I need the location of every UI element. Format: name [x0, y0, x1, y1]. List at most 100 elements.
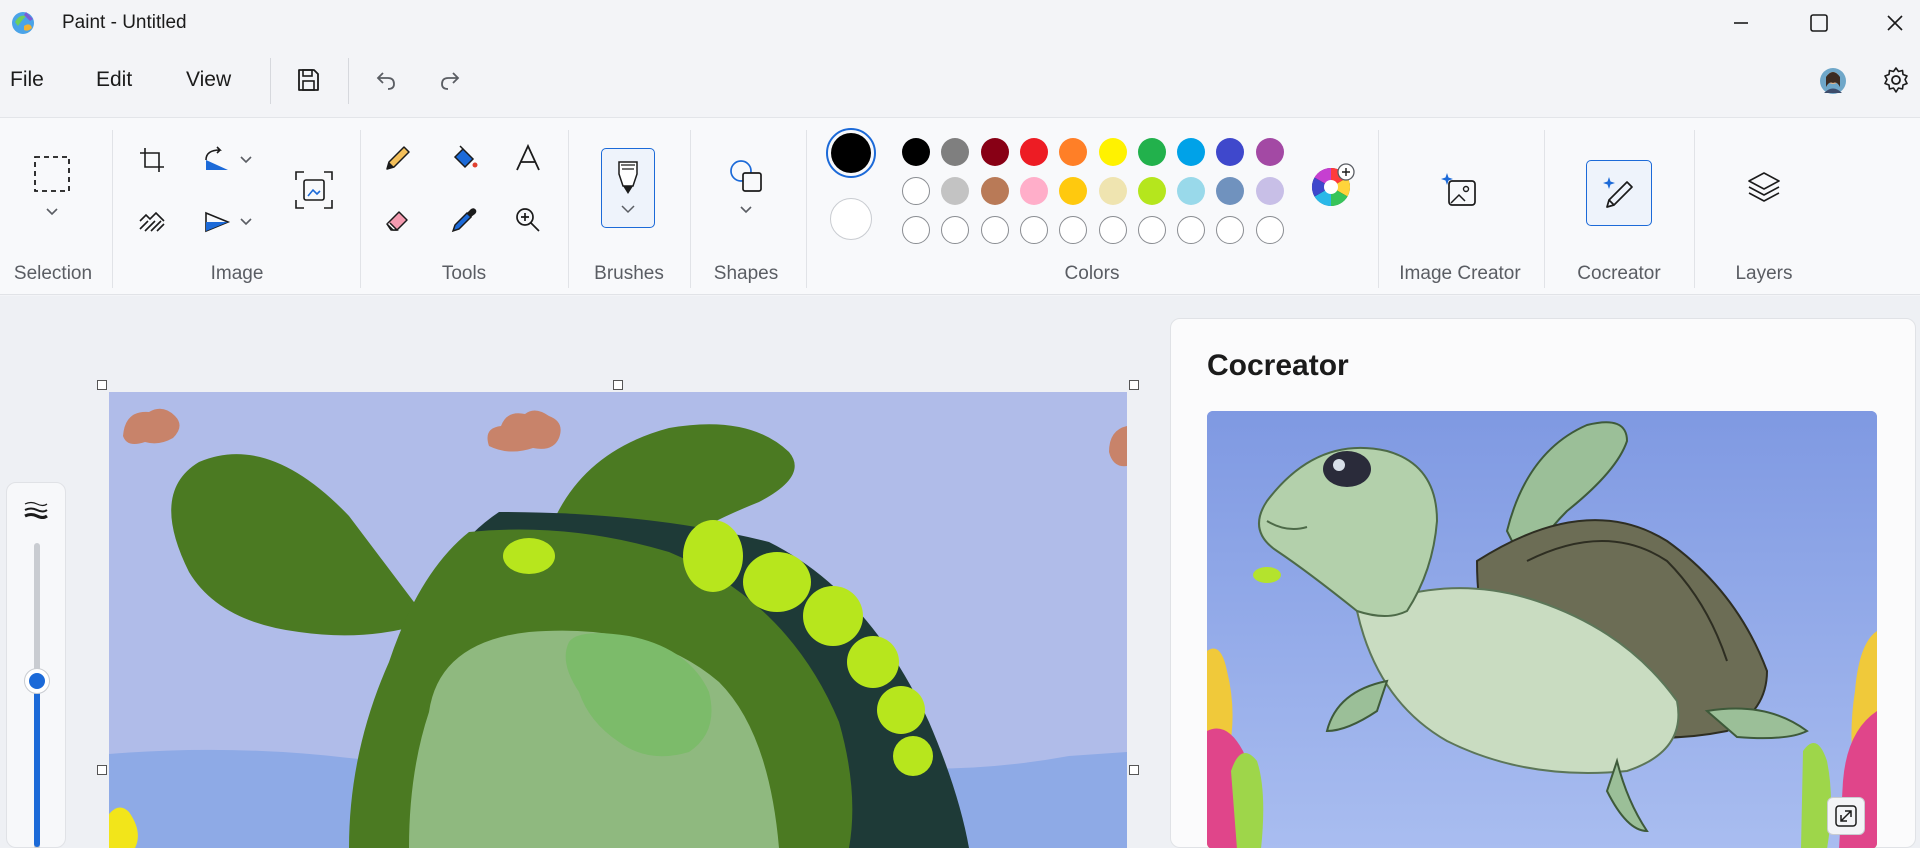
menu-divider	[348, 58, 349, 104]
primary-color-swatch	[831, 133, 871, 173]
color-swatch[interactable]	[1019, 138, 1048, 166]
resize-image-icon[interactable]	[292, 168, 336, 212]
chevron-down-icon[interactable]	[736, 202, 756, 218]
zoom-slider-fill	[34, 678, 40, 847]
color-swatch[interactable]	[941, 177, 970, 205]
group-label-shapes: Shapes	[713, 263, 779, 284]
menu-view[interactable]: View	[186, 68, 231, 92]
secondary-color[interactable]	[830, 198, 872, 240]
remove-background-icon[interactable]	[136, 206, 168, 238]
color-swatch[interactable]	[1098, 138, 1127, 166]
layers-icon[interactable]	[1744, 168, 1784, 208]
group-label-brushes: Brushes	[594, 263, 664, 284]
color-swatch[interactable]	[902, 216, 930, 244]
window-title: Paint - Untitled	[62, 12, 187, 33]
edit-colors-icon[interactable]	[1310, 162, 1356, 208]
group-label-colors: Colors	[1064, 263, 1120, 284]
color-swatch[interactable]	[1177, 138, 1206, 166]
color-swatch[interactable]	[902, 177, 930, 205]
rectangle-select-icon[interactable]	[30, 152, 74, 196]
color-swatch[interactable]	[1177, 177, 1206, 205]
ribbon-divider	[1694, 130, 1695, 288]
color-swatch[interactable]	[941, 138, 970, 166]
color-swatch[interactable]	[980, 138, 1009, 166]
color-swatch[interactable]	[902, 138, 930, 166]
color-swatch[interactable]	[1216, 138, 1245, 166]
crop-icon[interactable]	[136, 144, 168, 176]
color-swatch[interactable]	[1098, 177, 1127, 205]
undo-icon[interactable]	[368, 62, 404, 98]
cocreator-button[interactable]	[1586, 160, 1652, 226]
color-swatch[interactable]	[1098, 216, 1127, 244]
text-icon[interactable]	[510, 140, 546, 176]
color-swatch[interactable]	[1137, 177, 1166, 205]
redo-icon[interactable]	[432, 62, 468, 98]
brush-selector-button[interactable]	[601, 148, 655, 228]
resize-handle[interactable]	[1129, 765, 1139, 775]
resize-handle[interactable]	[97, 380, 107, 390]
color-swatch[interactable]	[1059, 216, 1088, 244]
resize-handle[interactable]	[1129, 380, 1139, 390]
cocreator-generated-image[interactable]	[1207, 411, 1877, 848]
color-swatch[interactable]	[941, 216, 970, 244]
minimize-button[interactable]	[1706, 0, 1776, 46]
color-swatch[interactable]	[980, 216, 1009, 244]
flip-icon[interactable]	[200, 206, 234, 238]
chevron-down-icon[interactable]	[236, 214, 256, 230]
brush-size-icon	[21, 497, 51, 523]
canvas-drawing	[109, 392, 1127, 848]
ribbon-divider	[1544, 130, 1545, 288]
ribbon-divider	[806, 130, 807, 288]
color-swatch[interactable]	[1216, 216, 1245, 244]
maximize-button[interactable]	[1784, 0, 1854, 46]
eraser-icon[interactable]	[380, 202, 416, 238]
color-swatch[interactable]	[1177, 216, 1206, 244]
image-creator-icon[interactable]	[1436, 168, 1482, 214]
paint-app-icon	[10, 10, 36, 36]
zoom-slider-thumb[interactable]	[24, 667, 50, 694]
group-label-selection: Selection	[13, 263, 93, 284]
menu-bar: File Edit View	[0, 48, 1920, 116]
pencil-icon[interactable]	[380, 140, 416, 176]
chevron-down-icon[interactable]	[236, 152, 256, 168]
ribbon-divider	[360, 130, 361, 288]
menu-divider	[270, 58, 271, 104]
chevron-down-icon[interactable]	[40, 202, 64, 222]
cocreator-title: Cocreator	[1207, 349, 1349, 382]
close-button[interactable]	[1860, 0, 1920, 46]
color-swatch[interactable]	[1216, 177, 1245, 205]
group-label-image-creator: Image Creator	[1399, 263, 1521, 284]
color-swatch[interactable]	[1019, 177, 1048, 205]
magnifier-icon[interactable]	[510, 202, 546, 238]
avatar[interactable]	[1816, 64, 1850, 98]
zoom-panel	[6, 482, 66, 848]
color-picker-icon[interactable]	[446, 202, 482, 238]
menu-edit[interactable]: Edit	[96, 68, 132, 92]
color-swatch[interactable]	[1137, 138, 1166, 166]
color-swatch[interactable]	[1255, 138, 1284, 166]
gear-icon[interactable]	[1878, 62, 1914, 98]
color-swatch[interactable]	[1255, 177, 1284, 205]
color-swatch[interactable]	[1059, 177, 1088, 205]
ribbon-divider	[568, 130, 569, 288]
color-swatch[interactable]	[1255, 216, 1284, 244]
drawing-canvas[interactable]	[109, 392, 1127, 848]
color-swatch[interactable]	[980, 177, 1009, 205]
primary-color[interactable]	[826, 128, 876, 178]
resize-handle[interactable]	[613, 380, 623, 390]
color-swatch[interactable]	[1137, 216, 1166, 244]
resize-handle[interactable]	[97, 765, 107, 775]
menu-file[interactable]: File	[10, 68, 44, 92]
turtle-image	[1207, 411, 1877, 848]
color-swatch[interactable]	[1059, 138, 1088, 166]
fill-icon[interactable]	[446, 140, 482, 176]
ribbon-divider	[1378, 130, 1379, 288]
save-icon[interactable]	[290, 62, 326, 98]
ribbon-divider	[112, 130, 113, 288]
color-swatch[interactable]	[1019, 216, 1048, 244]
group-label-layers: Layers	[1735, 263, 1793, 284]
shapes-icon[interactable]	[726, 156, 766, 196]
cocreator-panel: Cocreator	[1170, 318, 1916, 848]
expand-icon[interactable]	[1827, 797, 1865, 835]
rotate-icon[interactable]	[200, 144, 234, 176]
